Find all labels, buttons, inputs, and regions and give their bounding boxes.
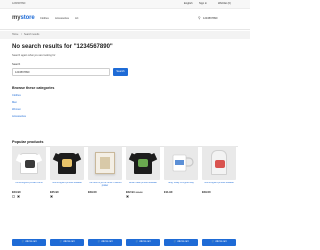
add-to-cart-label: Add to cart [101, 241, 113, 243]
product-name[interactable]: Hummingbird printed sweater [50, 182, 84, 189]
page-title: No search results for "1234567890" [12, 44, 113, 50]
product-image[interactable] [88, 146, 122, 180]
popular-products-heading: Popular products [12, 140, 44, 144]
price-value: €23.90 [12, 190, 21, 194]
product-card: Hummingbird printed sweater €35.90 [50, 146, 84, 242]
cart-icon: 🛒 [59, 241, 63, 243]
add-to-cart-label: Add to cart [215, 241, 227, 243]
add-to-cart-label: Add to cart [25, 241, 37, 243]
breadcrumb-separator: / [21, 33, 22, 36]
product-card: Brown bear printed sweater €22.94€28.68 [126, 146, 160, 242]
product-name[interactable]: Mug Today is a good day [164, 182, 198, 189]
category-link-men[interactable]: Men [12, 101, 17, 104]
hummingbird-print-icon [215, 160, 225, 168]
product-image[interactable] [12, 146, 46, 180]
price-value: €29.00 [202, 190, 211, 194]
product-card: The best is yet to come' Framed poster €… [88, 146, 122, 242]
product-image[interactable] [164, 146, 198, 180]
add-to-cart-button[interactable]: 🛒Add to cart [202, 239, 236, 246]
color-swatch-black[interactable] [17, 195, 20, 198]
product-name[interactable]: Hummingbird printed t-shirt [12, 182, 46, 189]
product-price: €11.90 [164, 190, 198, 194]
nav-accessories[interactable]: Accessories [55, 17, 69, 20]
cart-icon: 🛒 [211, 241, 215, 243]
language-selector[interactable]: English [184, 2, 193, 5]
add-to-cart-label: Add to cart [139, 241, 151, 243]
tshirt-black-icon [58, 153, 76, 174]
search-label: Search [12, 63, 21, 66]
search-hint: Search again what you are looking for [12, 54, 56, 57]
bear-print-icon [138, 159, 148, 167]
wishlist-link[interactable]: Wishlist (0) [218, 2, 231, 5]
add-to-cart-button[interactable]: 🛒Add to cart [12, 239, 46, 246]
old-price: €28.68 [135, 192, 143, 194]
store-logo[interactable]: mystore [12, 15, 35, 21]
logo-suffix: store [20, 15, 35, 21]
product-card: Mug Today is a good day €11.90 [164, 146, 198, 242]
product-price: €29.00 [202, 190, 236, 194]
price-value: €29.00 [88, 190, 97, 194]
add-to-cart-label: Add to cart [63, 241, 75, 243]
sign-in-link[interactable]: Sign in [199, 2, 207, 5]
search-input[interactable] [12, 68, 110, 76]
search-icon[interactable]: ⚲ [198, 16, 201, 20]
product-price: €22.94€28.68 [126, 190, 160, 194]
product-image[interactable] [126, 146, 160, 180]
cart-icon: 🛒 [21, 241, 25, 243]
color-swatch-black[interactable] [50, 195, 53, 198]
product-image[interactable] [202, 146, 236, 180]
product-price: €29.00 [88, 190, 122, 194]
mug-icon [172, 154, 194, 172]
category-link-women[interactable]: Women [12, 108, 21, 111]
add-to-cart-button[interactable]: 🛒Add to cart [126, 239, 160, 246]
price-value: €11.90 [164, 190, 173, 194]
search-button[interactable]: Search [113, 68, 128, 76]
category-link-accessories[interactable]: Accessories [12, 115, 26, 118]
top-bar: 1234567890 English Sign in Wishlist (0) [0, 0, 250, 9]
cart-icon: 🛒 [135, 241, 139, 243]
nav-clothes[interactable]: Clothes [40, 17, 49, 20]
product-card: Hummingbird printed t-shirt €23.90 [12, 146, 46, 242]
hummingbird-print-icon [25, 160, 35, 168]
add-to-cart-button[interactable]: 🛒Add to cart [164, 239, 198, 246]
product-name[interactable]: The best is yet to come' Framed poster [88, 182, 122, 189]
add-to-cart-button[interactable]: 🛒Add to cart [50, 239, 84, 246]
hoodie-white-icon [211, 150, 227, 175]
price-value: €35.90 [50, 190, 59, 194]
product-image[interactable] [50, 146, 84, 180]
breadcrumb: Home / Search results [0, 31, 250, 39]
product-price: €35.90 [50, 190, 84, 194]
nav-art[interactable]: Art [75, 17, 78, 20]
tshirt-white-icon [20, 153, 38, 174]
breadcrumb-home[interactable]: Home [12, 33, 18, 36]
tshirt-black-icon [134, 153, 152, 174]
category-link-clothes[interactable]: Clothes [12, 94, 21, 97]
product-name[interactable]: Brown bear printed sweater [126, 182, 160, 189]
cart-icon: 🛒 [97, 241, 101, 243]
product-name[interactable]: Hummingbird printed sweater [202, 182, 236, 189]
phone-number: 1234567890 [12, 2, 26, 5]
product-price: €23.90 [12, 190, 46, 194]
add-to-cart-label: Add to cart [177, 241, 189, 243]
hummingbird-print-icon [62, 159, 72, 167]
header-search-input[interactable]: 1234567890 [203, 17, 217, 20]
breadcrumb-current: Search results [24, 33, 40, 36]
color-swatch-white[interactable] [12, 195, 15, 198]
product-card: Hummingbird printed sweater €29.00 [202, 146, 236, 242]
cart-icon: 🛒 [173, 241, 177, 243]
color-swatch-black[interactable] [126, 195, 129, 198]
framed-poster-icon [95, 152, 115, 174]
add-to-cart-button[interactable]: 🛒Add to cart [88, 239, 122, 246]
site-header: mystore Clothes Accessories Art ⚲ 123456… [0, 9, 250, 30]
browse-categories-heading: Browse these categories [12, 86, 55, 90]
poster-art [100, 157, 110, 169]
price-value: €22.94 [126, 190, 135, 194]
